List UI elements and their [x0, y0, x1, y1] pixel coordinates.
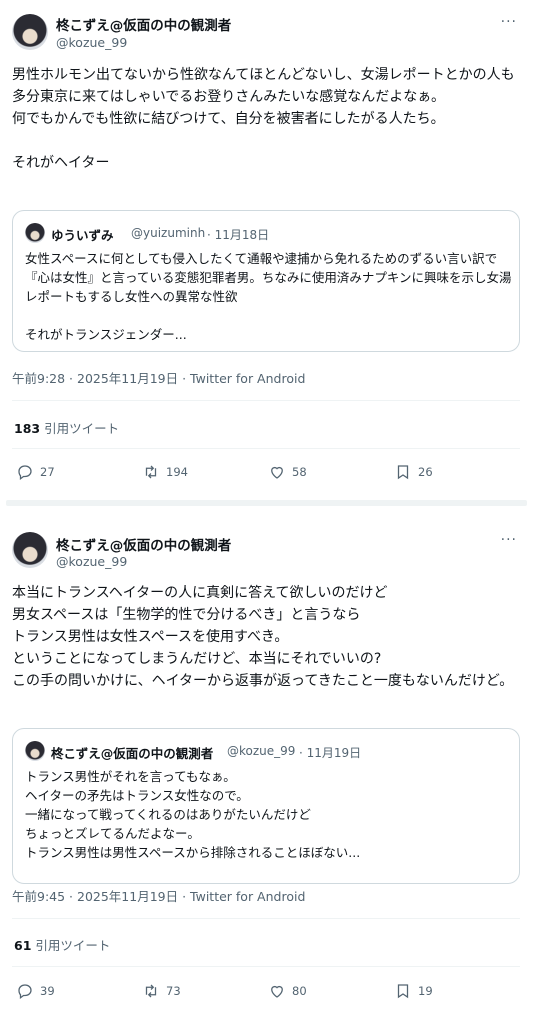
- quoted-author-name: 柊こずえ@仮面の中の観測者: [51, 746, 214, 761]
- author-avatar[interactable]: [12, 14, 48, 50]
- quote-tweets-count: 61: [14, 938, 32, 953]
- divider: [12, 448, 520, 449]
- quoted-author-handle: @kozue_99: [227, 744, 296, 758]
- author-name[interactable]: 柊こずえ@仮面の中の観測者: [56, 534, 231, 554]
- tweet-text: 本当にトランスヘイターの人に真剣に答えて欲しいのだけど 男女スペースは「生物学的…: [12, 585, 514, 689]
- quoted-date: · 11月18日: [207, 228, 270, 242]
- tweet-timestamp[interactable]: 午前9:28 · 2025年11月19日 · Twitter for Andro…: [12, 368, 305, 387]
- bookmark-button[interactable]: 26: [394, 460, 433, 484]
- retweet-icon: [145, 984, 157, 998]
- retweet-button[interactable]: 194: [142, 460, 188, 484]
- quote-tweets-link[interactable]: 183 引用ツイート: [14, 418, 119, 437]
- quoted-tweet[interactable]: 柊こずえ@仮面の中の観測者 @kozue_99 · 11月19日 トランス男性が…: [12, 728, 520, 884]
- bookmark-icon: [397, 984, 409, 999]
- quote-tweets-count: 183: [14, 421, 41, 436]
- quote-tweets-label: 引用ツイート: [44, 421, 120, 436]
- like-count: 80: [292, 984, 307, 998]
- tweet-timestamp[interactable]: 午前9:45 · 2025年11月19日 · Twitter for Andro…: [12, 886, 305, 905]
- retweet-count: 194: [166, 465, 188, 479]
- reply-button[interactable]: 27: [16, 460, 55, 484]
- reply-icon: [18, 984, 32, 1000]
- heart-icon: [271, 985, 283, 998]
- quoted-tweet-text: トランス男性がそれを言ってもなぁ。 ヘイターの矛先はトランス女性なので。 一緒に…: [25, 769, 361, 860]
- reply-button[interactable]: 39: [16, 979, 55, 1003]
- reply-count: 39: [40, 984, 55, 998]
- bookmark-button[interactable]: 19: [394, 979, 433, 1003]
- retweet-button[interactable]: 73: [142, 979, 181, 1003]
- heart-icon: [271, 466, 283, 479]
- tweet-actions: 27 194 58 26: [0, 460, 533, 484]
- quote-tweets-link[interactable]: 61 引用ツイート: [14, 935, 110, 954]
- quoted-author-avatar: [25, 741, 45, 761]
- author-handle[interactable]: @kozue_99: [56, 35, 127, 50]
- like-button[interactable]: 80: [268, 979, 307, 1003]
- like-count: 58: [292, 465, 307, 479]
- bookmark-count: 19: [418, 984, 433, 998]
- tweet-2: 柊こずえ@仮面の中の観測者 @kozue_99 ··· 本当にトランスヘイターの…: [0, 516, 533, 1016]
- author-avatar[interactable]: [12, 532, 48, 568]
- quoted-author-handle: @yuizuminh: [131, 226, 206, 240]
- reply-icon: [18, 465, 32, 481]
- divider: [12, 918, 520, 919]
- divider: [12, 400, 520, 401]
- quoted-tweet-text: 女性スペースに何としても侵入したくて通報や逮捕から免れるためのずるい言い訳で『心…: [25, 251, 512, 342]
- tweet-actions: 39 73 80 19: [0, 979, 533, 1003]
- like-button[interactable]: 58: [268, 460, 307, 484]
- author-handle[interactable]: @kozue_99: [56, 554, 127, 569]
- tweet-1: 柊こずえ@仮面の中の観測者 @kozue_99 ··· 男性ホルモン出てないから…: [0, 0, 533, 492]
- tweet-text: 男性ホルモン出てないから性欲なんてほとんどないし、女湯レポートとかの人も多分東京…: [12, 67, 515, 171]
- quoted-date: · 11月19日: [299, 746, 362, 760]
- retweet-count: 73: [166, 984, 181, 998]
- bookmark-icon: [397, 465, 409, 480]
- more-options-icon[interactable]: ···: [501, 532, 517, 548]
- reply-count: 27: [40, 465, 55, 479]
- quoted-tweet-header: 柊こずえ@仮面の中の観測者 @kozue_99 · 11月19日: [25, 741, 505, 761]
- quoted-tweet-header: ゆういずみ @yuizuminh · 11月18日: [25, 223, 505, 243]
- quote-tweets-label: 引用ツイート: [35, 938, 111, 953]
- bookmark-count: 26: [418, 465, 433, 479]
- divider: [12, 966, 520, 967]
- retweet-icon: [145, 465, 157, 479]
- author-name[interactable]: 柊こずえ@仮面の中の観測者: [56, 14, 231, 34]
- quoted-tweet[interactable]: ゆういずみ @yuizuminh · 11月18日 女性スペースに何としても侵入…: [12, 210, 520, 352]
- more-options-icon[interactable]: ···: [501, 14, 517, 30]
- quoted-author-avatar: [25, 223, 45, 243]
- quoted-author-name: ゆういずみ: [51, 228, 114, 243]
- tweet-separator: [0, 492, 533, 514]
